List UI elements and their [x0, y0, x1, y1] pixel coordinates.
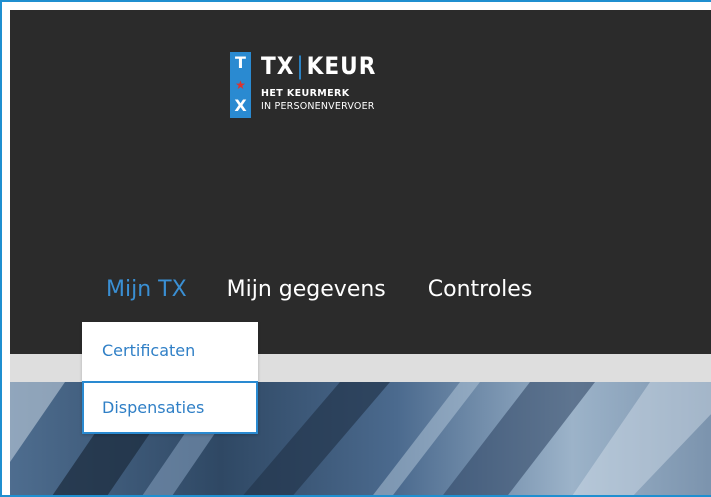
logo-title: TX|KEUR [261, 52, 376, 80]
nav-item-controles[interactable]: Controles [428, 272, 533, 308]
logo-subtitle-line1: HET KEURMERK [261, 88, 350, 99]
logo-title-right: KEUR [306, 52, 377, 80]
site-logo[interactable]: T ★ X TX|KEUR HET KEURMERK IN PERSONENVE… [230, 52, 420, 118]
browser-frame: T ★ X TX|KEUR HET KEURMERK IN PERSONENVE… [0, 0, 711, 497]
nav-item-mijn-tx[interactable]: Mijn TX [106, 272, 187, 308]
main-nav: Mijn TX Mijn gegevens Controles [106, 272, 572, 308]
logo-badge: T ★ X [230, 52, 251, 118]
dropdown-item-certificaten[interactable]: Certificaten [82, 322, 258, 379]
dropdown-item-dispensaties[interactable]: Dispensaties [82, 381, 258, 434]
logo-subtitle-line2: IN PERSONENVERVOER [261, 101, 375, 112]
logo-badge-letter-t: T [235, 53, 246, 72]
logo-badge-letter-x: X [234, 96, 247, 115]
star-icon: ★ [235, 77, 246, 92]
nav-item-mijn-gegevens[interactable]: Mijn gegevens [227, 272, 386, 308]
mijn-tx-dropdown-menu: Certificaten Dispensaties [82, 322, 258, 434]
logo-title-left: TX [261, 52, 295, 80]
logo-title-separator: | [296, 52, 305, 80]
